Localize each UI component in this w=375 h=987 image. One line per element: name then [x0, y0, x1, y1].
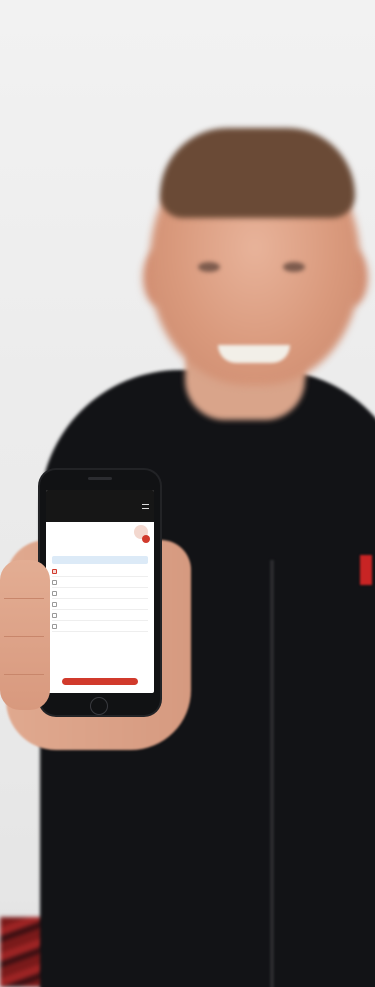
menu-item-icon	[52, 601, 57, 607]
menu-item[interactable]	[52, 566, 148, 577]
finger-crease	[4, 598, 44, 599]
hair	[160, 128, 355, 218]
menu-item[interactable]	[52, 577, 148, 588]
menu-item-icon	[52, 623, 57, 629]
left-eye	[198, 262, 220, 272]
menu-item[interactable]	[52, 610, 148, 621]
app-header	[46, 490, 154, 522]
smile	[218, 345, 290, 363]
profile-card	[46, 522, 154, 553]
jacket-logo-patch	[360, 555, 372, 585]
menu-item-icon	[52, 590, 57, 596]
home-button[interactable]	[90, 697, 108, 715]
menu-item[interactable]	[52, 599, 148, 610]
phone-speaker	[88, 477, 112, 480]
hamburger-menu-icon[interactable]	[142, 504, 149, 509]
fingers	[0, 560, 50, 710]
status-bar	[46, 490, 154, 497]
menu-list	[46, 566, 154, 632]
finger-crease	[4, 636, 44, 637]
cta-button[interactable]	[62, 678, 138, 685]
menu-item-icon	[52, 568, 57, 574]
tab-button[interactable]	[52, 556, 148, 564]
menu-item[interactable]	[52, 588, 148, 599]
photo-scene	[0, 0, 375, 987]
right-eye	[283, 262, 305, 272]
finger-crease	[4, 674, 44, 675]
smartphone	[40, 470, 160, 715]
jacket-zipper	[270, 560, 274, 987]
menu-item-icon	[52, 612, 57, 618]
menu-item[interactable]	[52, 621, 148, 632]
avatar-badge-icon	[142, 535, 150, 543]
phone-screen	[46, 490, 154, 693]
menu-item-icon	[52, 579, 57, 585]
